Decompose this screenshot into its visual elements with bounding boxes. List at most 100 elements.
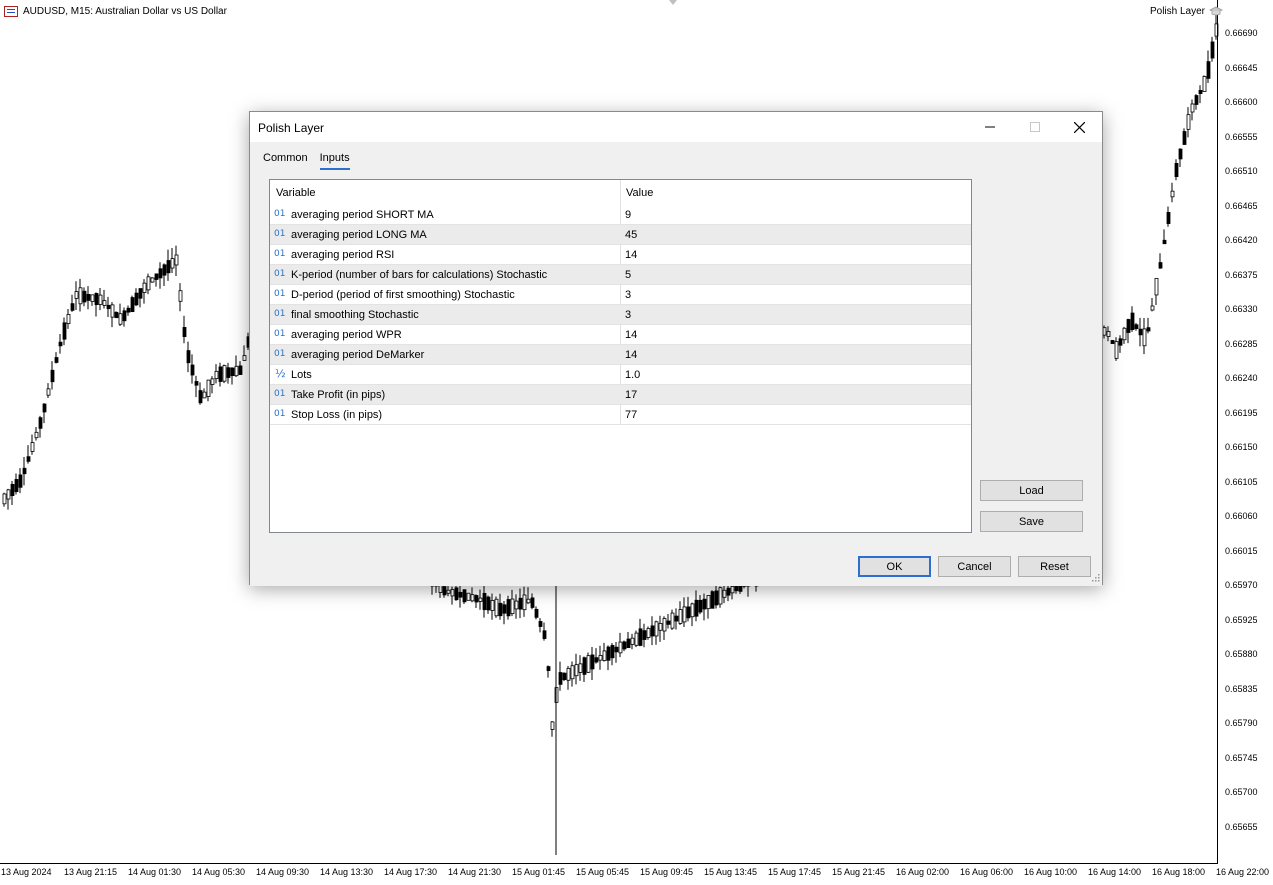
column-header-variable[interactable]: Variable xyxy=(276,187,316,199)
variable-value[interactable]: 3 xyxy=(625,309,631,321)
variable-value[interactable]: 3 xyxy=(625,289,631,301)
variable-value[interactable]: 14 xyxy=(625,349,637,361)
integer-type-icon: 01 xyxy=(274,409,286,419)
candle xyxy=(210,376,215,394)
candle xyxy=(542,622,547,641)
candle xyxy=(494,596,499,618)
table-row[interactable]: ½ Lots 1.0 xyxy=(270,365,971,385)
price-tick-label: 0.66375 xyxy=(1225,269,1258,280)
candle xyxy=(70,294,75,312)
time-tick-label: 14 Aug 01:30 xyxy=(128,867,182,877)
candle xyxy=(66,309,71,329)
candle xyxy=(490,593,495,620)
table-row[interactable]: 01 averaging period SHORT MA 9 xyxy=(270,205,971,225)
reset-button[interactable]: Reset xyxy=(1018,556,1091,577)
table-row[interactable]: 01 Stop Loss (in pips) 77 xyxy=(270,405,971,425)
table-row[interactable]: 01 averaging period DeMarker 14 xyxy=(270,345,971,365)
candle xyxy=(478,589,483,610)
column-header-value[interactable]: Value xyxy=(626,187,653,199)
variable-value[interactable]: 77 xyxy=(625,409,637,421)
candle xyxy=(166,249,171,281)
candle xyxy=(170,247,175,274)
candle xyxy=(654,620,659,645)
integer-type-icon: 01 xyxy=(274,229,286,239)
save-button[interactable]: Save xyxy=(980,511,1083,532)
expert-advisor-label[interactable]: Polish Layer xyxy=(1150,6,1223,17)
chart-symbol-title: AUDUSD, M15: Australian Dollar vs US Dol… xyxy=(23,6,227,17)
price-tick-label: 0.66690 xyxy=(1225,28,1258,38)
candle xyxy=(666,614,671,629)
ok-button[interactable]: OK xyxy=(858,556,931,577)
table-row[interactable]: 01 D-period (period of first smoothing) S… xyxy=(270,285,971,305)
candle xyxy=(682,597,687,627)
variable-value[interactable]: 14 xyxy=(625,249,637,261)
candle xyxy=(90,294,95,306)
candle xyxy=(134,288,139,307)
variable-value[interactable]: 17 xyxy=(625,389,637,401)
candle xyxy=(722,585,727,604)
table-row[interactable]: 01 K-period (number of bars for calculati… xyxy=(270,265,971,285)
candle xyxy=(10,480,15,506)
table-row[interactable]: 01 Take Profit (in pips) 17 xyxy=(270,385,971,405)
variable-value[interactable]: 9 xyxy=(625,209,631,221)
integer-type-icon: 01 xyxy=(274,309,286,319)
load-button[interactable]: Load xyxy=(980,480,1083,501)
candle xyxy=(198,382,203,405)
candle xyxy=(1166,206,1171,227)
time-tick-label: 15 Aug 13:45 xyxy=(704,867,758,877)
variable-value[interactable]: 14 xyxy=(625,329,637,341)
variable-name: Lots xyxy=(291,369,312,381)
candle xyxy=(1134,322,1139,331)
candle xyxy=(610,642,615,666)
candle xyxy=(678,601,683,626)
variable-value[interactable]: 45 xyxy=(625,229,637,241)
candle xyxy=(630,633,635,650)
tab-common[interactable]: Common xyxy=(263,152,308,170)
candle xyxy=(238,361,243,375)
candle xyxy=(642,623,647,648)
candle xyxy=(26,445,31,464)
inputs-table[interactable]: Variable Value 01 averaging period SHORT … xyxy=(269,179,972,533)
price-tick-label: 0.65745 xyxy=(1225,752,1258,763)
candle xyxy=(30,434,35,455)
candle xyxy=(1150,298,1155,312)
table-row[interactable]: 01 averaging period WPR 14 xyxy=(270,325,971,345)
variable-value[interactable]: 5 xyxy=(625,269,631,281)
candle xyxy=(650,616,655,646)
candle xyxy=(730,585,735,600)
price-axis-line xyxy=(1217,0,1218,863)
candle xyxy=(1198,85,1203,104)
close-button[interactable] xyxy=(1057,112,1102,142)
time-tick-label: 15 Aug 21:45 xyxy=(832,867,886,877)
integer-type-icon: 01 xyxy=(274,329,286,339)
candle xyxy=(446,585,451,597)
chart-shift-marker[interactable] xyxy=(669,0,677,5)
candle xyxy=(470,587,475,603)
table-row[interactable]: 01 averaging period RSI 14 xyxy=(270,245,971,265)
candle xyxy=(590,646,595,680)
candle xyxy=(50,361,55,390)
candle xyxy=(662,616,667,641)
variable-name: K-period (number of bars for calculation… xyxy=(291,269,548,281)
variable-name: averaging period RSI xyxy=(291,249,395,261)
time-tick-label: 14 Aug 13:30 xyxy=(320,867,374,877)
time-tick-label: 16 Aug 02:00 xyxy=(896,867,950,877)
candle xyxy=(234,355,239,377)
candle xyxy=(746,584,751,597)
time-tick-label: 15 Aug 09:45 xyxy=(640,867,694,877)
table-row[interactable]: 01 final smoothing Stochastic 3 xyxy=(270,305,971,325)
tab-inputs[interactable]: Inputs xyxy=(319,152,350,170)
variable-value[interactable]: 1.0 xyxy=(625,369,640,381)
candle xyxy=(434,584,439,593)
table-row[interactable]: 01 averaging period LONG MA 45 xyxy=(270,225,971,245)
candle xyxy=(226,362,231,384)
candle xyxy=(566,666,571,690)
candle xyxy=(1138,317,1143,347)
cancel-button[interactable]: Cancel xyxy=(938,556,1011,577)
resize-grip-icon[interactable] xyxy=(1091,573,1100,582)
candle xyxy=(714,585,719,609)
dialog-titlebar[interactable]: Polish Layer xyxy=(250,112,1102,142)
minimize-button[interactable] xyxy=(967,112,1012,142)
candle xyxy=(2,492,7,507)
candle xyxy=(38,415,43,438)
